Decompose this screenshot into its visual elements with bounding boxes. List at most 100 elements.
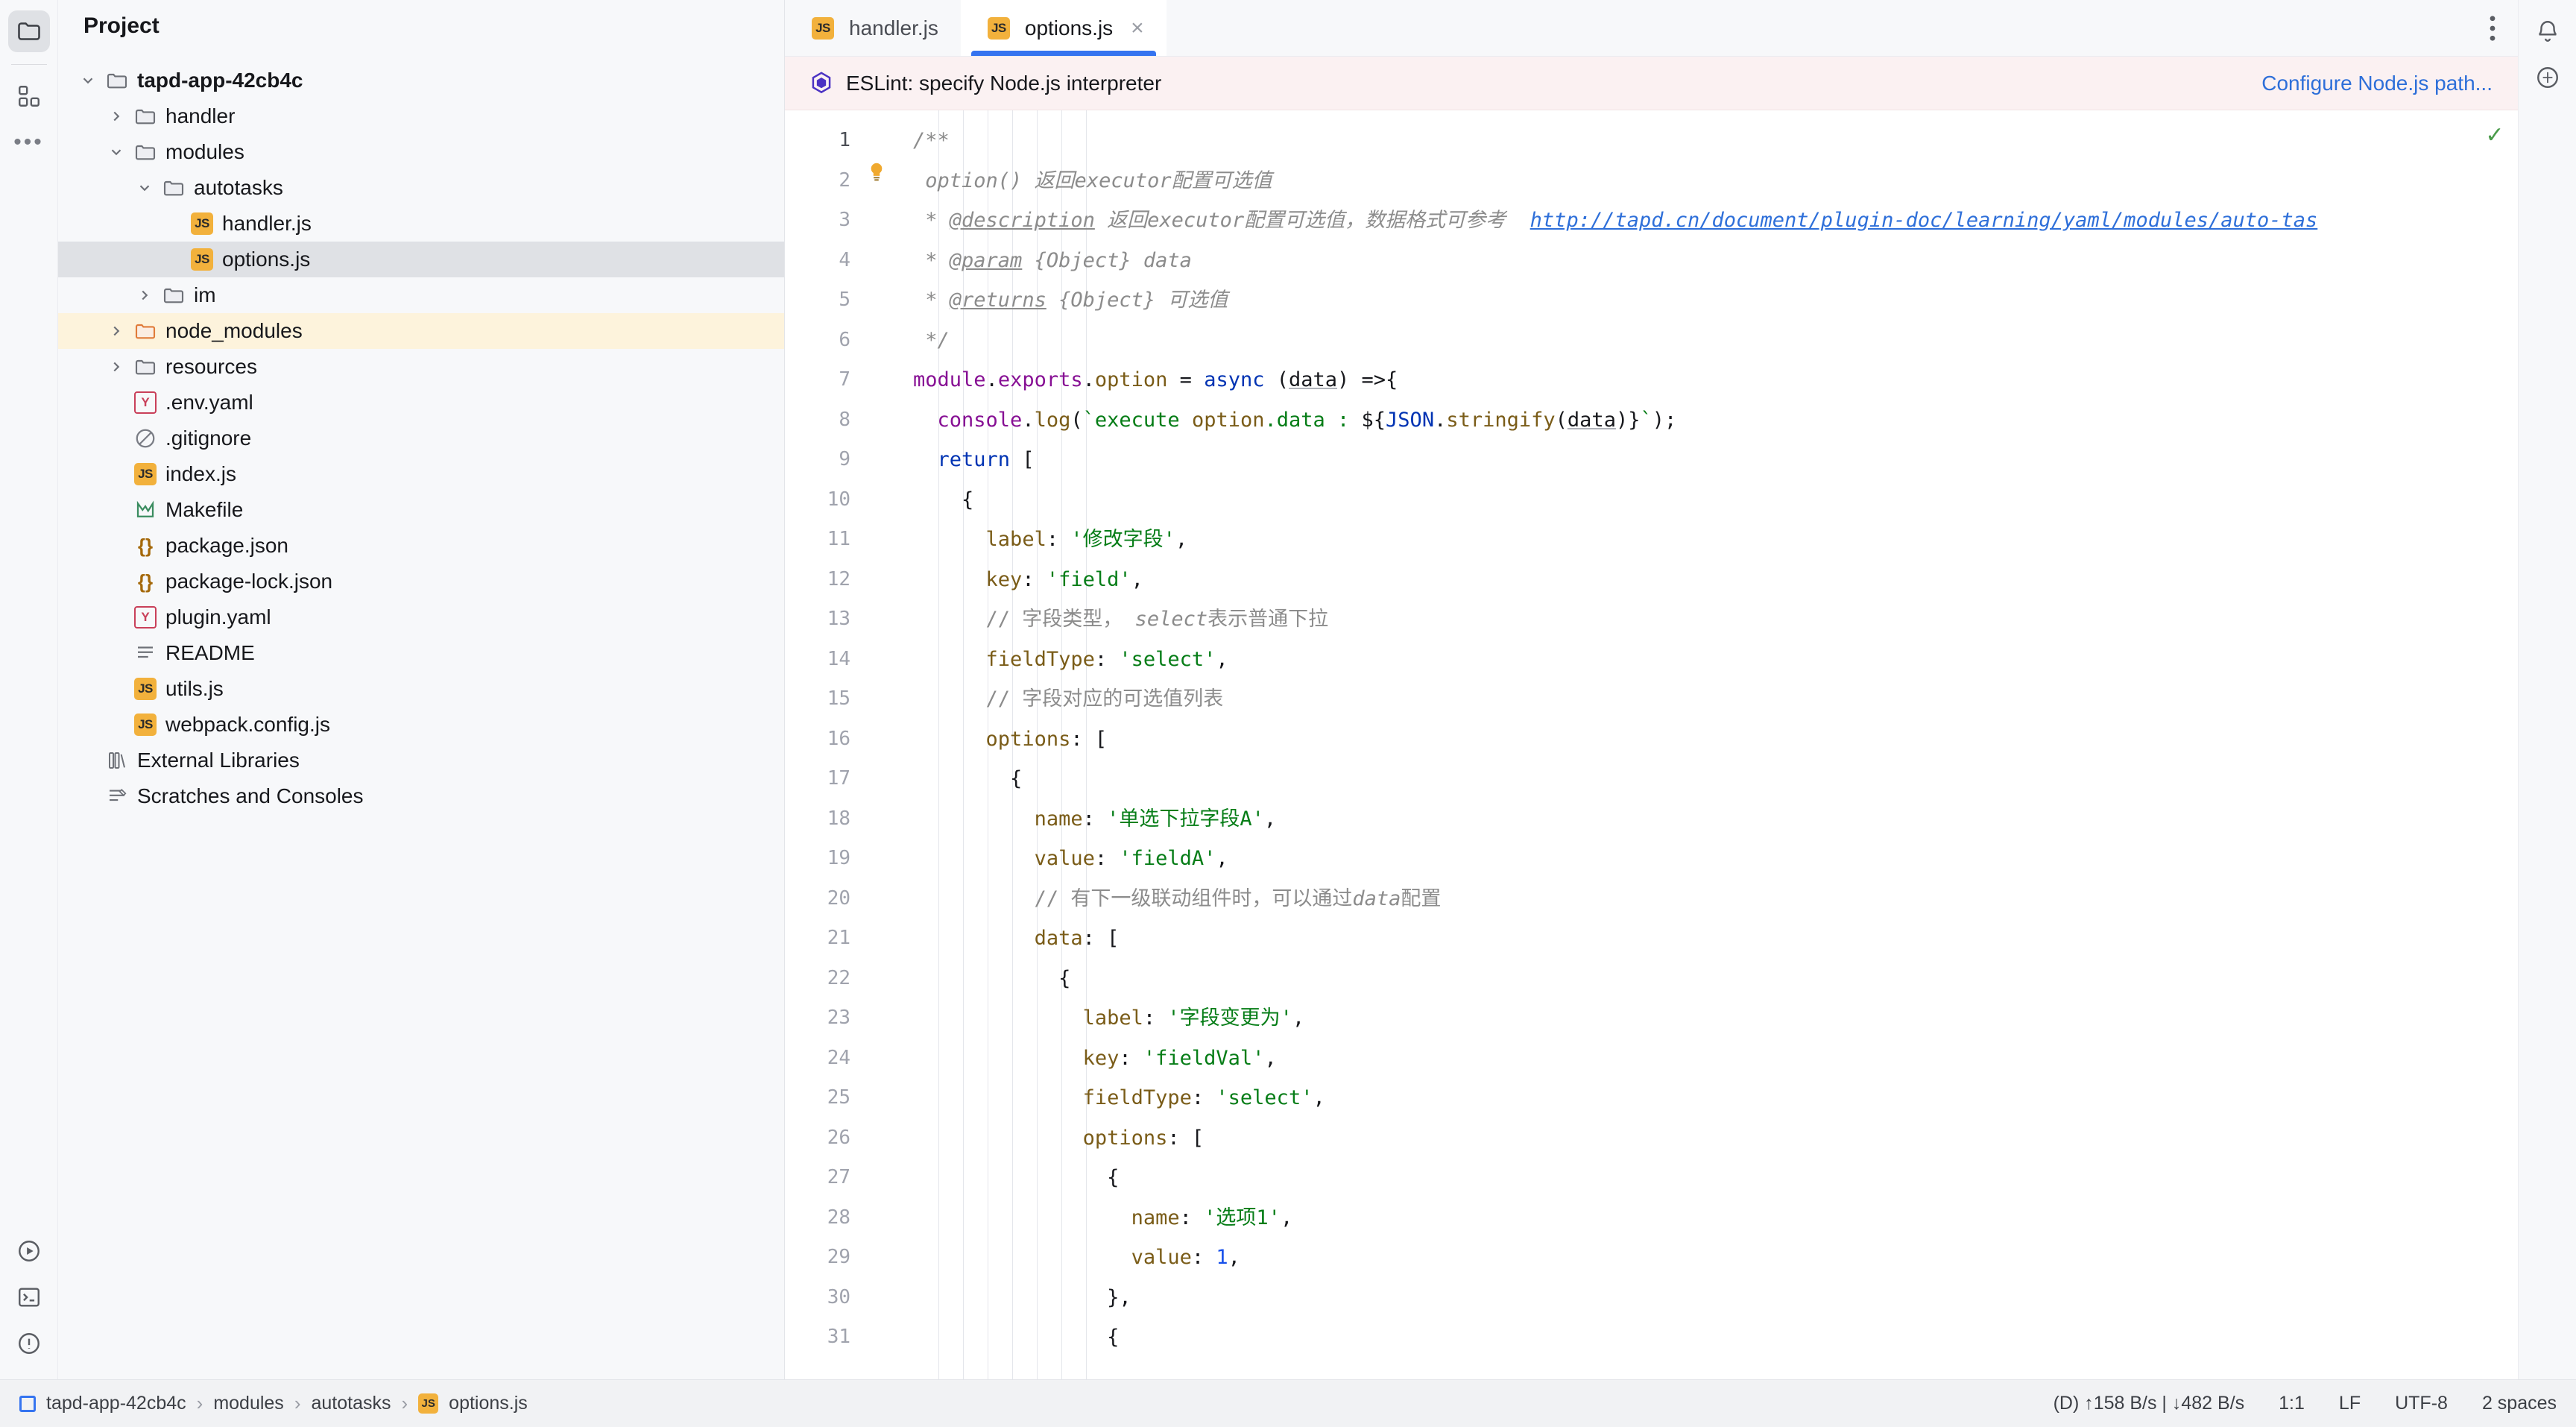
tree-item-package-lock-json[interactable]: {} package-lock.json: [58, 564, 784, 599]
code-editor[interactable]: 1 2 3 4 5 6 7 8 9 10 11 12 13 14 15 16 17 18 19 20 21 22 23 24 2…: [785, 110, 2518, 1379]
code-line[interactable]: {: [913, 759, 2472, 799]
terminal-icon[interactable]: [8, 1276, 50, 1318]
js-file-icon: JS: [418, 1393, 439, 1414]
editor-tab-handler-js[interactable]: JS handler.js: [785, 0, 961, 56]
code-line[interactable]: key: 'field',: [913, 560, 2472, 600]
editor-tab-options-js[interactable]: JS options.js ×: [960, 0, 1167, 56]
project-file-tree[interactable]: tapd-app-42cb4c handler modules autotasks JS…: [58, 52, 784, 814]
structure-icon[interactable]: [8, 75, 50, 117]
breadcrumb-separator: ›: [294, 1392, 301, 1414]
line-number: 17: [827, 767, 850, 790]
tree-item-tapd-app-42cb4c[interactable]: tapd-app-42cb4c: [58, 63, 784, 98]
run-icon[interactable]: [8, 1230, 50, 1272]
chevron-right-icon[interactable]: [103, 108, 130, 125]
annotation-slot: [867, 599, 913, 640]
code-line[interactable]: * @description 返回executor配置可选值，数据格式可参考 h…: [913, 201, 2472, 241]
code-line[interactable]: {: [913, 480, 2472, 520]
tree-item-package-json[interactable]: {} package.json: [58, 528, 784, 564]
breadcrumb[interactable]: tapd-app-42cb4c › modules › autotasks › JS opti…: [19, 1392, 528, 1415]
code-line[interactable]: options: [: [913, 1118, 2472, 1159]
more-options-icon[interactable]: •••: [8, 122, 50, 163]
problems-icon[interactable]: [8, 1323, 50, 1364]
indent-setting[interactable]: 2 spaces: [2482, 1393, 2557, 1414]
code-line[interactable]: // 有下一级联动组件时，可以通过data配置: [913, 879, 2472, 919]
code-line[interactable]: {: [913, 1158, 2472, 1198]
code-line[interactable]: module.exports.option = async (data) =>{: [913, 360, 2472, 400]
code-line[interactable]: value: 'fieldA',: [913, 839, 2472, 879]
code-text[interactable]: /** option() 返回executor配置可选值 * @descript…: [913, 110, 2472, 1379]
line-separator[interactable]: LF: [2339, 1393, 2361, 1414]
notifications-bell-icon[interactable]: [2527, 10, 2569, 52]
code-line[interactable]: fieldType: 'select',: [913, 1078, 2472, 1118]
code-line[interactable]: fieldType: 'select',: [913, 640, 2472, 680]
chevron-right-icon[interactable]: [103, 359, 130, 375]
tree-item-readme[interactable]: README: [58, 635, 784, 671]
tree-item--gitignore[interactable]: .gitignore: [58, 420, 784, 456]
inspection-marker-gutter[interactable]: ✓: [2472, 110, 2518, 1379]
code-line[interactable]: // 字段对应的可选值列表: [913, 679, 2472, 719]
tree-item-webpack-config-js[interactable]: JS webpack.config.js: [58, 707, 784, 743]
editor-tab-label: options.js: [1024, 16, 1114, 40]
breadcrumb-item[interactable]: options.js: [449, 1393, 528, 1414]
code-line[interactable]: name: '选项1',: [913, 1198, 2472, 1238]
yaml-file-icon: Y: [130, 606, 161, 629]
tree-item-options-js[interactable]: JS options.js: [58, 242, 784, 277]
code-line[interactable]: {: [913, 959, 2472, 999]
code-line[interactable]: return [: [913, 440, 2472, 480]
code-line[interactable]: console.log(`execute option.data : ${JSO…: [913, 400, 2472, 441]
code-line[interactable]: data: [: [913, 919, 2472, 959]
code-line[interactable]: label: '修改字段',: [913, 520, 2472, 560]
file-encoding[interactable]: UTF-8: [2395, 1393, 2448, 1414]
code-line[interactable]: value: 1,: [913, 1238, 2472, 1278]
close-icon[interactable]: ×: [1131, 16, 1144, 40]
code-line[interactable]: * @returns {Object} 可选值: [913, 280, 2472, 321]
code-line[interactable]: },: [913, 1278, 2472, 1318]
network-status[interactable]: (D) ↑158 B/s | ↓482 B/s: [2053, 1393, 2245, 1414]
tree-item-im[interactable]: im: [58, 277, 784, 313]
chevron-right-icon[interactable]: [103, 323, 130, 339]
code-line[interactable]: option() 返回executor配置可选值: [913, 161, 2472, 201]
tree-item-makefile[interactable]: Makefile: [58, 492, 784, 528]
breadcrumb-item[interactable]: tapd-app-42cb4c: [46, 1393, 186, 1414]
breadcrumb-item[interactable]: autotasks: [311, 1393, 391, 1414]
code-line[interactable]: label: '字段变更为',: [913, 998, 2472, 1039]
code-line[interactable]: // 字段类型， select表示普通下拉: [913, 599, 2472, 640]
code-line[interactable]: name: '单选下拉字段A',: [913, 799, 2472, 839]
tree-item-handler-js[interactable]: JS handler.js: [58, 206, 784, 242]
chevron-down-icon[interactable]: [103, 144, 130, 160]
chevron-down-icon[interactable]: [131, 180, 158, 196]
breadcrumb-separator: ›: [401, 1392, 408, 1414]
ai-assistant-icon[interactable]: [2527, 57, 2569, 98]
tree-item-utils-js[interactable]: JS utils.js: [58, 671, 784, 707]
code-line[interactable]: /**: [913, 121, 2472, 161]
tree-item-modules[interactable]: modules: [58, 134, 784, 170]
more-vertical-icon[interactable]: [2467, 0, 2518, 56]
tree-item-autotasks[interactable]: autotasks: [58, 170, 784, 206]
tree-item-scratches-and-consoles[interactable]: Scratches and Consoles: [58, 778, 784, 814]
tree-item-external-libraries[interactable]: External Libraries: [58, 743, 784, 778]
caret-position[interactable]: 1:1: [2279, 1393, 2305, 1414]
code-line[interactable]: {: [913, 1317, 2472, 1358]
js-file-icon: JS: [186, 212, 218, 235]
code-line[interactable]: key: 'fieldVal',: [913, 1039, 2472, 1079]
js-file-icon: JS: [983, 16, 1014, 40]
tree-item-index-js[interactable]: JS index.js: [58, 456, 784, 492]
editor-annotation-gutter[interactable]: [867, 110, 913, 1379]
code-line[interactable]: */: [913, 321, 2472, 361]
breadcrumb-item[interactable]: modules: [213, 1393, 284, 1414]
project-folder-icon[interactable]: [7, 10, 50, 52]
annotation-slot: [867, 1198, 913, 1238]
tree-item-node-modules[interactable]: node_modules: [58, 313, 784, 349]
configure-node-path-link[interactable]: Configure Node.js path...: [2261, 72, 2493, 95]
tree-item-resources[interactable]: resources: [58, 349, 784, 385]
code-line[interactable]: options: [: [913, 719, 2472, 760]
tree-item-handler[interactable]: handler: [58, 98, 784, 134]
code-line[interactable]: * @param {Object} data: [913, 241, 2472, 281]
line-number-gutter[interactable]: 1 2 3 4 5 6 7 8 9 10 11 12 13 14 15 16 17 18 19 20 21 22 23 24 2…: [785, 110, 867, 1379]
chevron-right-icon[interactable]: [131, 287, 158, 303]
annotation-slot: [867, 560, 913, 600]
chevron-down-icon[interactable]: [75, 72, 101, 89]
tree-item--env-yaml[interactable]: Y .env.yaml: [58, 385, 784, 420]
lightbulb-icon[interactable]: [867, 161, 913, 201]
tree-item-plugin-yaml[interactable]: Yplugin.yaml: [58, 599, 784, 635]
